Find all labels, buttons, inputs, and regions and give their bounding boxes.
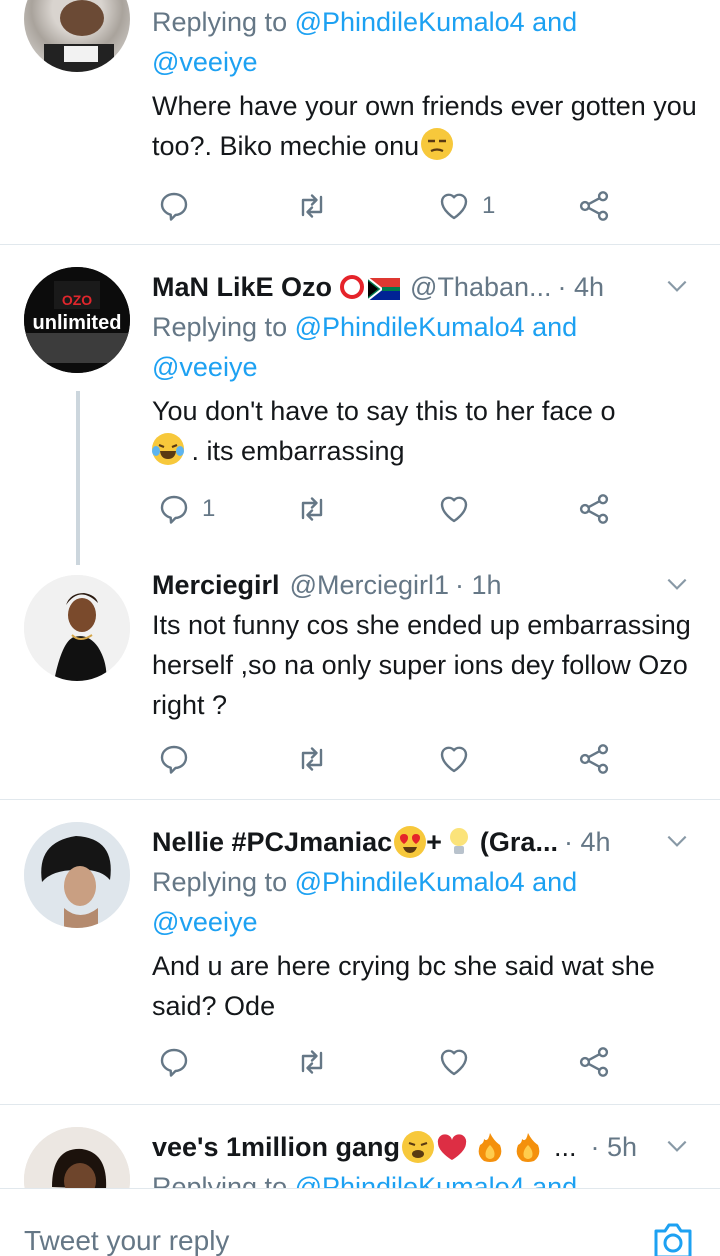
tweet-text: Its not funny cos she ended up embarrass… [152, 610, 691, 720]
display-name[interactable]: MaN LikE Ozo [152, 272, 332, 303]
tweet-header: Merciegirl @Merciegirl1 · 1h [152, 565, 700, 605]
like-button[interactable] [436, 1042, 472, 1082]
like-count: 1 [482, 192, 496, 219]
south-africa-flag-emoji [367, 276, 401, 301]
unamused-face-emoji [421, 128, 454, 160]
replying-to: Replying to @PhindileKumalo4 and @veeiye [152, 312, 578, 382]
tweet-header: MaN LikE Ozo @Thaban... · 4h [152, 267, 700, 307]
fire-emoji [476, 1131, 504, 1163]
tweet-header: Nellie #PCJmaniac + (Gra... · 4h [152, 826, 611, 858]
tweet-text: And u are here crying bc she said wat sh… [152, 951, 655, 1021]
reply-icon [160, 495, 188, 524]
timestamp[interactable]: · 5h [591, 1132, 638, 1163]
reply-button[interactable] [156, 739, 192, 779]
red-heart-emoji [436, 1132, 468, 1162]
chevron-down-icon[interactable] [664, 1133, 690, 1159]
timestamp[interactable]: · 4h [558, 272, 605, 303]
retweet-button[interactable] [294, 489, 330, 529]
mention-link[interactable]: @PhindileKumalo4 [295, 312, 525, 342]
tweet-3[interactable]: Merciegirl @Merciegirl1 · 1h Its not fun… [0, 565, 720, 799]
mention-link[interactable]: @veeiye [152, 907, 257, 937]
retweet-icon [301, 747, 323, 771]
tweet-text: You don't have to say this to her face o… [152, 396, 616, 466]
reply-count: 1 [202, 495, 216, 522]
svg-text:OZO: OZO [62, 292, 92, 308]
avatar[interactable] [24, 822, 130, 928]
avatar[interactable] [24, 0, 130, 72]
share-icon [579, 191, 609, 221]
share-icon [579, 1047, 609, 1077]
retweet-button[interactable] [294, 186, 330, 226]
like-button[interactable] [436, 739, 472, 779]
replying-to: Replying to @PhindileKumalo4 and @veeiye [152, 867, 578, 937]
mention-link[interactable]: @veeiye [152, 352, 257, 382]
camera-icon[interactable] [652, 1219, 694, 1256]
share-icon [579, 744, 609, 774]
user-handle[interactable]: @Thaban... [410, 272, 552, 303]
avatar-photo [24, 822, 130, 928]
chevron-down-icon[interactable] [664, 571, 690, 597]
share-button[interactable] [576, 186, 612, 226]
reply-icon [160, 1048, 188, 1077]
weary-face-emoji [402, 1131, 434, 1163]
avatar-photo [44, 0, 114, 72]
retweet-button[interactable] [294, 739, 330, 779]
mention-link[interactable]: @veeiye [152, 47, 257, 77]
avatar-photo [24, 1127, 130, 1188]
share-icon [579, 494, 609, 524]
like-button[interactable]: 1 [436, 186, 495, 226]
user-handle[interactable]: @Merciegirl1 [290, 570, 449, 601]
avatar-logo: OZO unlimited [24, 267, 130, 373]
chevron-down-icon[interactable] [664, 828, 690, 854]
retweet-icon [301, 194, 323, 218]
tweet-5[interactable]: vee's 1million gang ... · 5h Replying to… [0, 1105, 720, 1188]
share-button[interactable] [576, 1042, 612, 1082]
red-circle-emoji [340, 275, 365, 299]
retweet-button[interactable] [294, 1042, 330, 1082]
share-button[interactable] [576, 739, 612, 779]
replying-to: Replying to @PhindileKumalo4 and @veeiye [152, 7, 578, 77]
tears-of-joy-emoji [152, 433, 184, 465]
tweet-4[interactable]: Nellie #PCJmaniac + (Gra... · 4h Replyin… [0, 800, 720, 1104]
display-name[interactable]: Nellie #PCJmaniac [152, 827, 392, 858]
heart-icon [440, 1049, 468, 1076]
avatar[interactable]: OZO unlimited [24, 267, 130, 373]
heart-icon [440, 746, 468, 773]
timestamp[interactable]: · 4h [564, 827, 611, 858]
tweet-1[interactable]: Replying to @PhindileKumalo4 and @veeiye… [0, 0, 720, 244]
retweet-icon [301, 1050, 323, 1074]
share-button[interactable] [576, 489, 612, 529]
reply-button[interactable] [156, 1042, 192, 1082]
mention-link[interactable]: @PhindileKumalo4 [295, 867, 525, 897]
reply-button[interactable]: 1 [156, 489, 215, 529]
tweet-2[interactable]: OZO unlimited MaN LikE Ozo @Thaban... · … [0, 245, 720, 565]
light-bulb-emoji [448, 826, 470, 858]
replying-to: Replying to @PhindileKumalo4 and [152, 1167, 700, 1188]
reply-input[interactable]: Tweet your reply [24, 1225, 229, 1256]
tweet-header: vee's 1million gang ... · 5h [152, 1131, 638, 1163]
fire-emoji [514, 1131, 542, 1163]
tweet-text: Where have your own friends ever gotten … [152, 91, 697, 161]
reply-icon [160, 745, 188, 774]
mention-link[interactable]: @PhindileKumalo4 [295, 1172, 525, 1188]
heart-icon [440, 193, 468, 220]
thread-line [76, 391, 80, 565]
display-name[interactable]: vee's 1million gang [152, 1132, 400, 1163]
chevron-down-icon[interactable] [664, 273, 690, 299]
avatar-photo [24, 575, 130, 681]
avatar[interactable] [24, 575, 130, 681]
mention-link[interactable]: @PhindileKumalo4 [295, 7, 525, 37]
heart-icon [440, 496, 468, 523]
reply-icon [160, 192, 188, 221]
svg-text:unlimited: unlimited [33, 312, 122, 334]
display-name[interactable]: Merciegirl [152, 570, 280, 601]
like-button[interactable] [436, 489, 472, 529]
reply-button[interactable] [156, 186, 202, 226]
timestamp[interactable]: · 1h [455, 570, 502, 601]
heart-eyes-emoji [394, 826, 427, 858]
reply-composer[interactable]: Tweet your reply [0, 1188, 720, 1256]
avatar[interactable] [24, 1127, 130, 1188]
retweet-icon [301, 497, 323, 521]
